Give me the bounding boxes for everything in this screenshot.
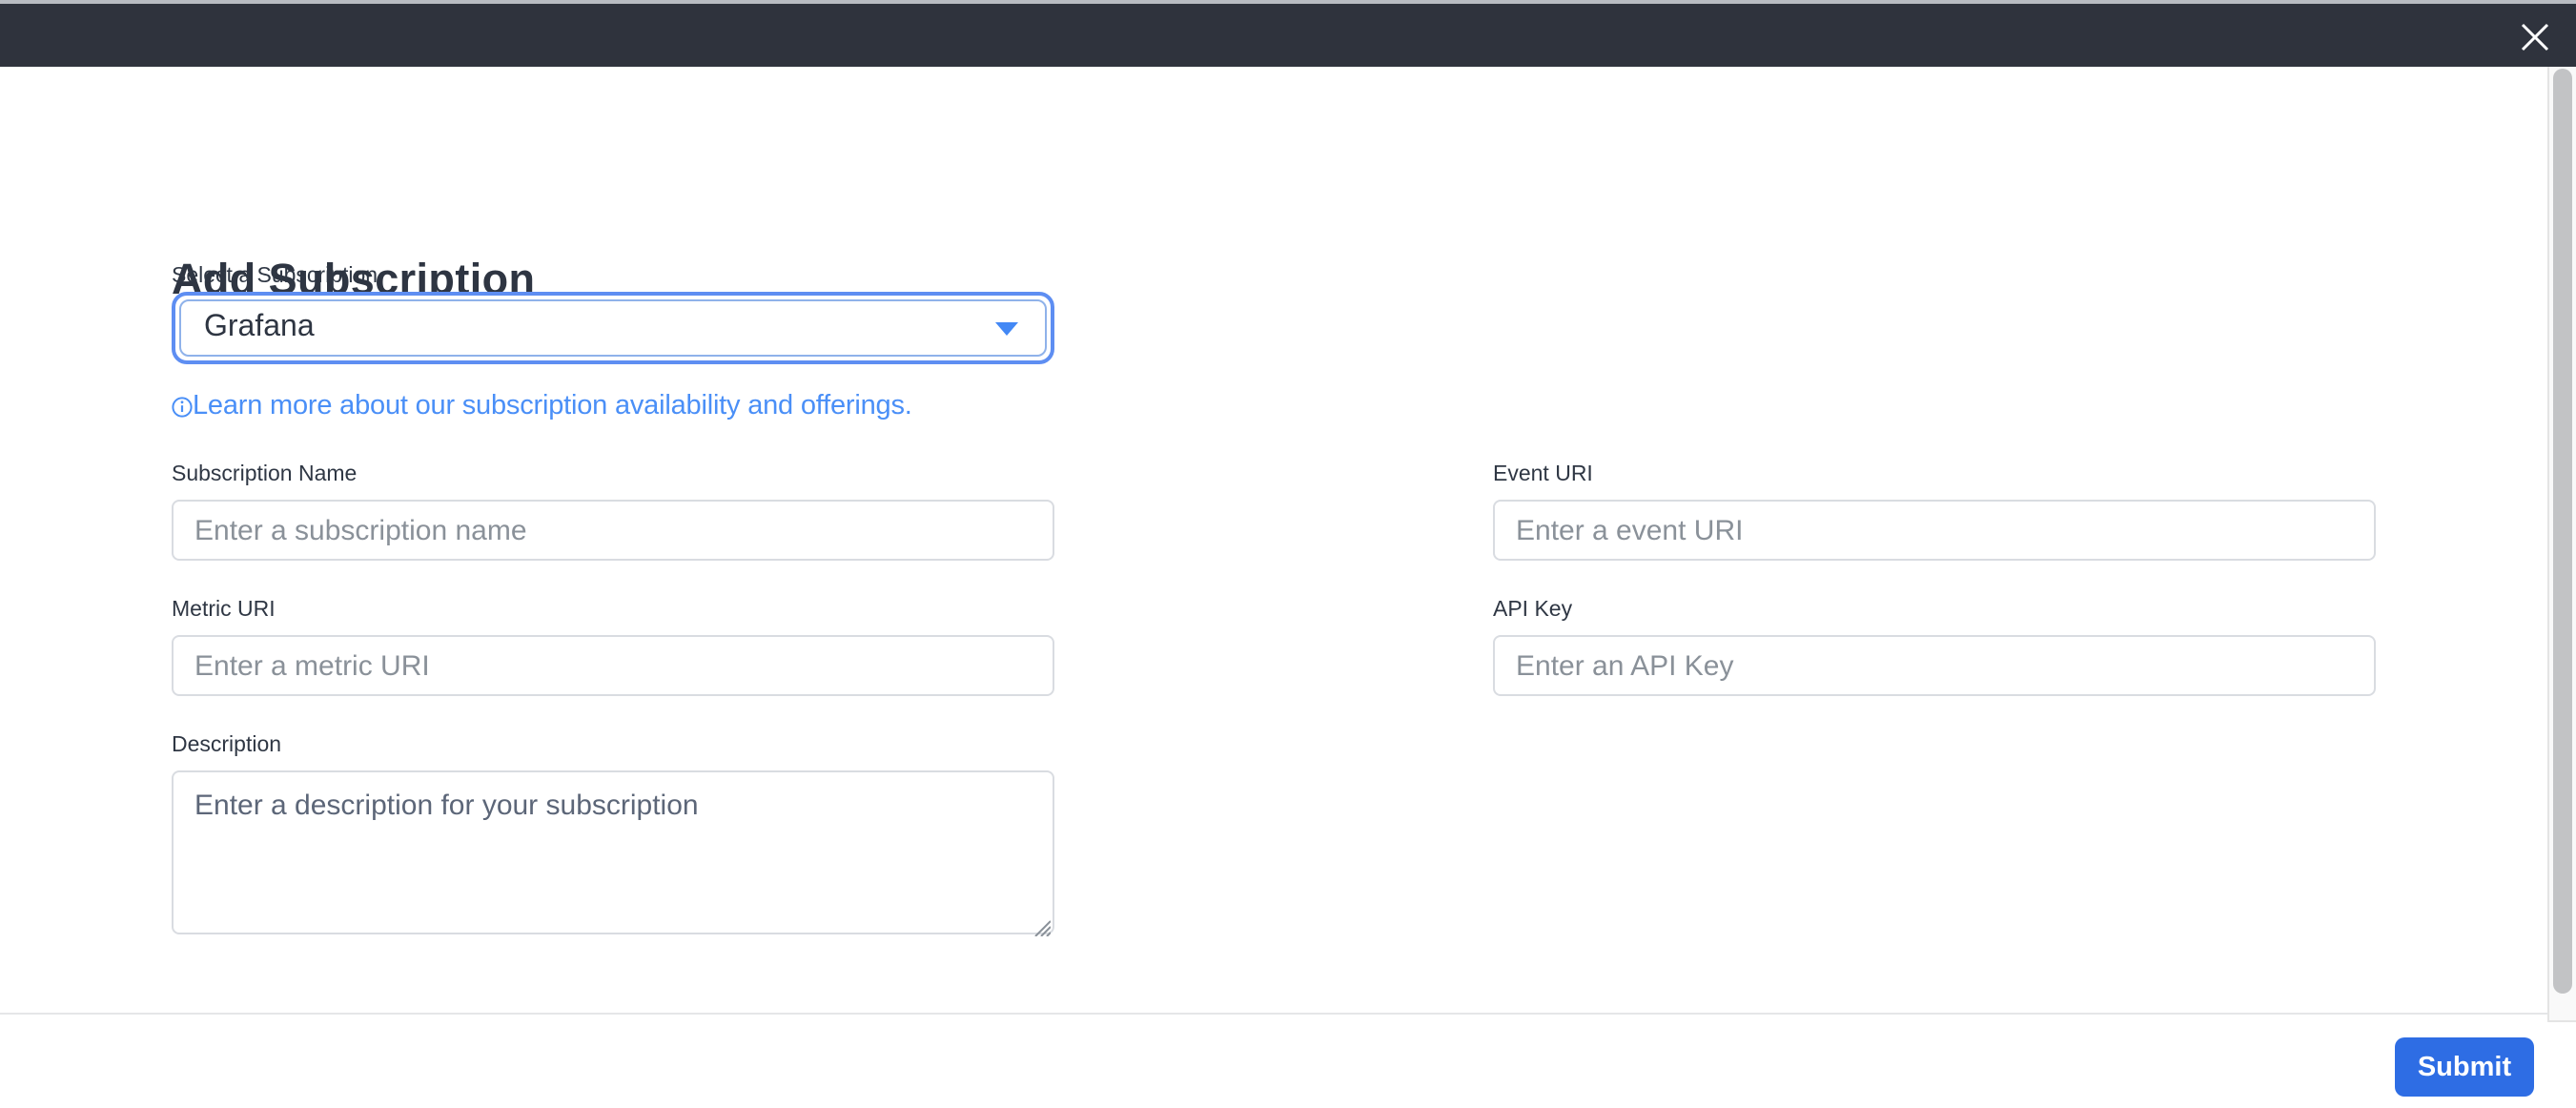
api-key-field-group: API Key [1493,599,2376,696]
api-key-label: API Key [1493,599,1573,622]
subscription-name-input[interactable] [172,500,1054,561]
modal-footer: Submit [0,1013,2576,1108]
description-field-group: Description [172,734,1054,937]
vertical-scrollbar-thumb[interactable] [2553,69,2572,994]
event-uri-input[interactable] [1493,500,2376,561]
close-icon [2520,22,2548,51]
add-subscription-form: Add Subscription Select a Subscription G… [0,67,2547,1013]
resize-handle-icon[interactable] [1032,912,1052,937]
metric-uri-field-group: Metric URI [172,599,1054,696]
description-label: Description [172,734,282,757]
submit-button[interactable]: Submit [2395,1037,2534,1097]
learn-more-link[interactable]: Learn more about our subscription availa… [172,391,912,426]
form-fields-grid: Subscription Name Event URI Metric URI A… [172,463,2376,937]
subscription-name-field-group: Subscription Name [172,463,1054,561]
subscription-select-control[interactable]: Grafana [179,299,1047,357]
close-button[interactable] [2511,13,2557,59]
metric-uri-input[interactable] [172,635,1054,696]
subscription-name-label: Subscription Name [172,463,358,486]
vertical-scrollbar-track[interactable] [2547,67,2576,1022]
chevron-down-icon [995,322,1018,336]
description-textarea[interactable] [172,770,1054,934]
subscription-select[interactable]: Grafana [172,292,1054,364]
event-uri-label: Event URI [1493,463,1593,486]
learn-more-link-text: Learn more about our subscription availa… [193,391,912,421]
info-circle-icon [172,392,193,426]
event-uri-field-group: Event URI [1493,463,2376,561]
api-key-input[interactable] [1493,635,2376,696]
select-subscription-label: Select a Subscription [172,265,378,288]
modal-header [0,0,2576,67]
metric-uri-label: Metric URI [172,599,276,622]
subscription-select-value: Grafana [204,311,315,343]
modal-page: Add Subscription Select a Subscription G… [0,0,2576,1108]
